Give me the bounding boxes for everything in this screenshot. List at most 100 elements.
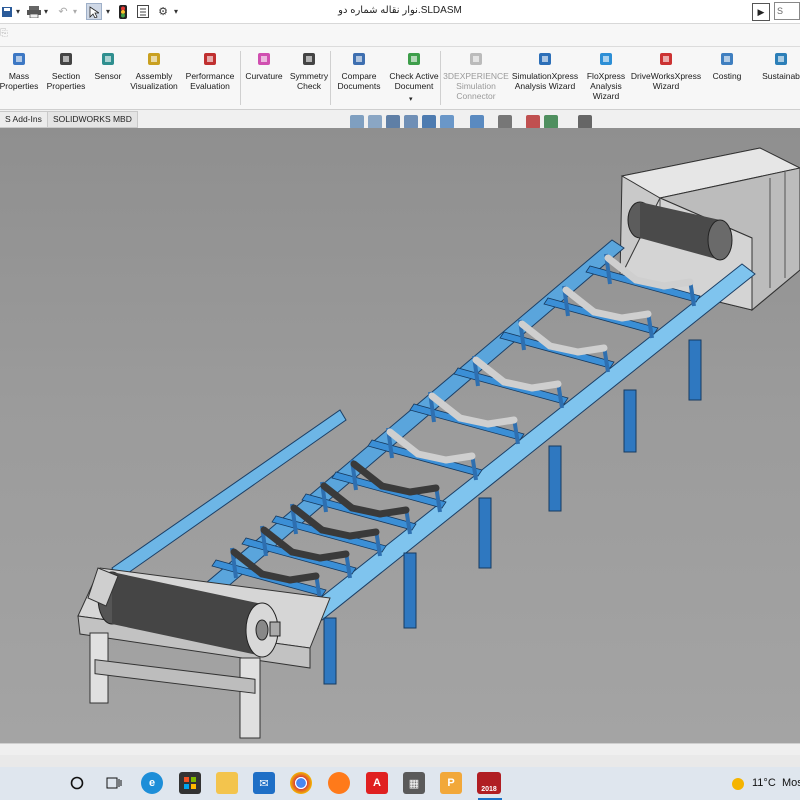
frame-leg[interactable] <box>403 552 417 629</box>
search-placeholder: S <box>777 6 784 16</box>
secondary-toolbar: ⎘ <box>0 24 800 47</box>
search-commands-input[interactable]: S <box>774 2 800 20</box>
ribbon-button-10[interactable]: SimulationXpress Analysis Wizard <box>508 50 582 91</box>
ribbon-button-5[interactable]: Curvature <box>242 50 286 81</box>
file-explorer-icon[interactable] <box>216 772 238 794</box>
section-properties-icon <box>57 50 75 68</box>
ribbon-button-label: Section Properties <box>46 71 86 91</box>
ribbon-button-label: Sensor <box>94 71 122 81</box>
ribbon-button-label: Sustainab <box>762 71 800 81</box>
view-settings-icon[interactable] <box>578 115 592 129</box>
view-orientation-icon[interactable] <box>440 115 454 129</box>
performance-evaluation-icon <box>201 50 219 68</box>
idler-roller[interactable] <box>316 550 350 562</box>
graphics-area[interactable] <box>0 128 800 743</box>
zoom-area-icon[interactable] <box>368 115 382 129</box>
idler-roller[interactable] <box>618 310 652 322</box>
ribbon-button-label: FloXpress Analysis Wizard <box>586 71 626 101</box>
idler-roller[interactable] <box>484 416 518 428</box>
ribbon-button-13[interactable]: Costing <box>704 50 750 81</box>
title-bar: ▾ ▾ ↶ ▾ ▾ ⚙ ▾ نوار نقاله شماره دو.SLDASM… <box>0 0 800 24</box>
ribbon-button-6[interactable]: Symmetry Check <box>286 50 332 91</box>
tab-solidworks-add-ins[interactable]: S Add-Ins <box>0 111 48 128</box>
chrome-icon[interactable] <box>290 772 312 794</box>
edge-browser-icon[interactable]: e <box>141 772 163 794</box>
head-drum-frame[interactable] <box>77 567 331 739</box>
ribbon-button-label: SimulationXpress Analysis Wizard <box>511 71 579 91</box>
apply-scene-icon[interactable] <box>544 115 558 129</box>
solidworks-taskbar-icon[interactable]: 2018 <box>477 772 501 794</box>
frame-leg[interactable] <box>623 389 637 453</box>
ribbon-button-label: Mass Properties <box>0 71 39 91</box>
powerpoint-icon[interactable]: P <box>440 772 462 794</box>
weather-sun-icon[interactable] <box>732 778 744 790</box>
ribbon-button-label: Performance Evaluation <box>185 71 235 91</box>
ribbon-button-14[interactable]: Sustainab <box>758 50 800 81</box>
ribbon-button-11[interactable]: FloXpress Analysis Wizard <box>583 50 629 101</box>
acrobat-icon[interactable]: A <box>366 772 388 794</box>
idler-roller[interactable] <box>660 278 694 290</box>
symmetry-check-icon <box>300 50 318 68</box>
ribbon-button-7[interactable]: Compare Documents <box>334 50 384 91</box>
ribbon-button-label: Assembly Visualization <box>130 71 178 91</box>
dynamic-annotation-icon[interactable] <box>422 115 436 129</box>
ribbon-button-8[interactable]: Check Active Document <box>386 50 442 91</box>
hide-show-items-icon[interactable] <box>498 115 512 129</box>
weather-description[interactable]: Mos <box>782 777 800 789</box>
edit-appearance-icon[interactable] <box>526 115 540 129</box>
solidworks-version-badge: 2018 <box>481 785 497 793</box>
firefox-icon[interactable] <box>328 772 350 794</box>
frame-leg[interactable] <box>478 497 492 569</box>
ribbon-button-label: Check Active Document <box>389 71 439 91</box>
previous-view-icon[interactable] <box>386 115 400 129</box>
ribbon-button-1[interactable]: Section Properties <box>44 50 88 91</box>
display-style-icon[interactable] <box>470 115 484 129</box>
ribbon-button-label: Compare Documents <box>337 71 381 91</box>
costing-icon <box>718 50 736 68</box>
conveyor-assembly-model[interactable] <box>0 128 800 743</box>
ribbon-button-label: Costing <box>712 71 742 81</box>
calculator-icon[interactable]: ▦ <box>403 772 425 794</box>
document-title: نوار نقاله شماره دو.SLDASM <box>338 5 462 16</box>
ribbon-button-4[interactable]: Performance Evaluation <box>182 50 238 91</box>
idler-roller[interactable] <box>346 528 380 540</box>
clipboard-icon[interactable]: ⎘ <box>0 28 12 40</box>
search-commands-icon[interactable]: ▶ <box>752 3 770 21</box>
idler-roller[interactable] <box>442 452 476 464</box>
frame-leg[interactable] <box>323 617 337 685</box>
curvature-icon <box>255 50 273 68</box>
task-view-icon[interactable] <box>103 772 125 794</box>
idler-roller[interactable] <box>574 344 608 356</box>
ribbon-separator <box>240 51 241 105</box>
compare-documents-icon <box>350 50 368 68</box>
floxpress-icon <box>597 50 615 68</box>
ribbon-separator <box>330 51 331 105</box>
ribbon-button-label: 3DEXPERIENCE Simulation Connector <box>443 71 509 101</box>
idler-roller[interactable] <box>528 380 562 392</box>
mass-properties-icon <box>10 50 28 68</box>
driveworksxpress-icon <box>657 50 675 68</box>
idler-roller[interactable] <box>406 484 440 496</box>
weather-temperature[interactable]: 11°C <box>752 777 776 789</box>
frame-leg[interactable] <box>548 445 562 512</box>
section-view-icon[interactable] <box>404 115 418 129</box>
mail-icon[interactable]: ✉ <box>253 772 275 794</box>
ribbon-button-12[interactable]: DriveWorksXpress Wizard <box>628 50 704 91</box>
ribbon-button-0[interactable]: Mass Properties <box>0 50 38 91</box>
zoom-to-fit-icon[interactable] <box>350 115 364 129</box>
store-icon[interactable] <box>179 772 201 794</box>
ribbon-button-9[interactable]: 3DEXPERIENCE Simulation Connector <box>443 50 509 101</box>
assembly-visualization-icon <box>145 50 163 68</box>
heads-up-view-toolbar <box>350 115 592 129</box>
idler-roller[interactable] <box>286 572 320 584</box>
ribbon-button-3[interactable]: Assembly Visualization <box>128 50 180 91</box>
command-manager-ribbon: Mass Properties Section Properties Sensor A… <box>0 47 800 110</box>
ribbon-button-2[interactable]: Sensor <box>90 50 126 81</box>
ribbon-button-label: DriveWorksXpress Wizard <box>630 71 702 91</box>
idler-roller[interactable] <box>376 506 410 518</box>
check-active-document-dropdown-icon[interactable]: ▾ <box>409 95 413 103</box>
frame-leg[interactable] <box>688 339 702 401</box>
start-search-icon[interactable] <box>66 772 88 794</box>
check-active-document-icon <box>405 50 423 68</box>
tab-solidworks-mbd[interactable]: SOLIDWORKS MBD <box>47 111 138 128</box>
